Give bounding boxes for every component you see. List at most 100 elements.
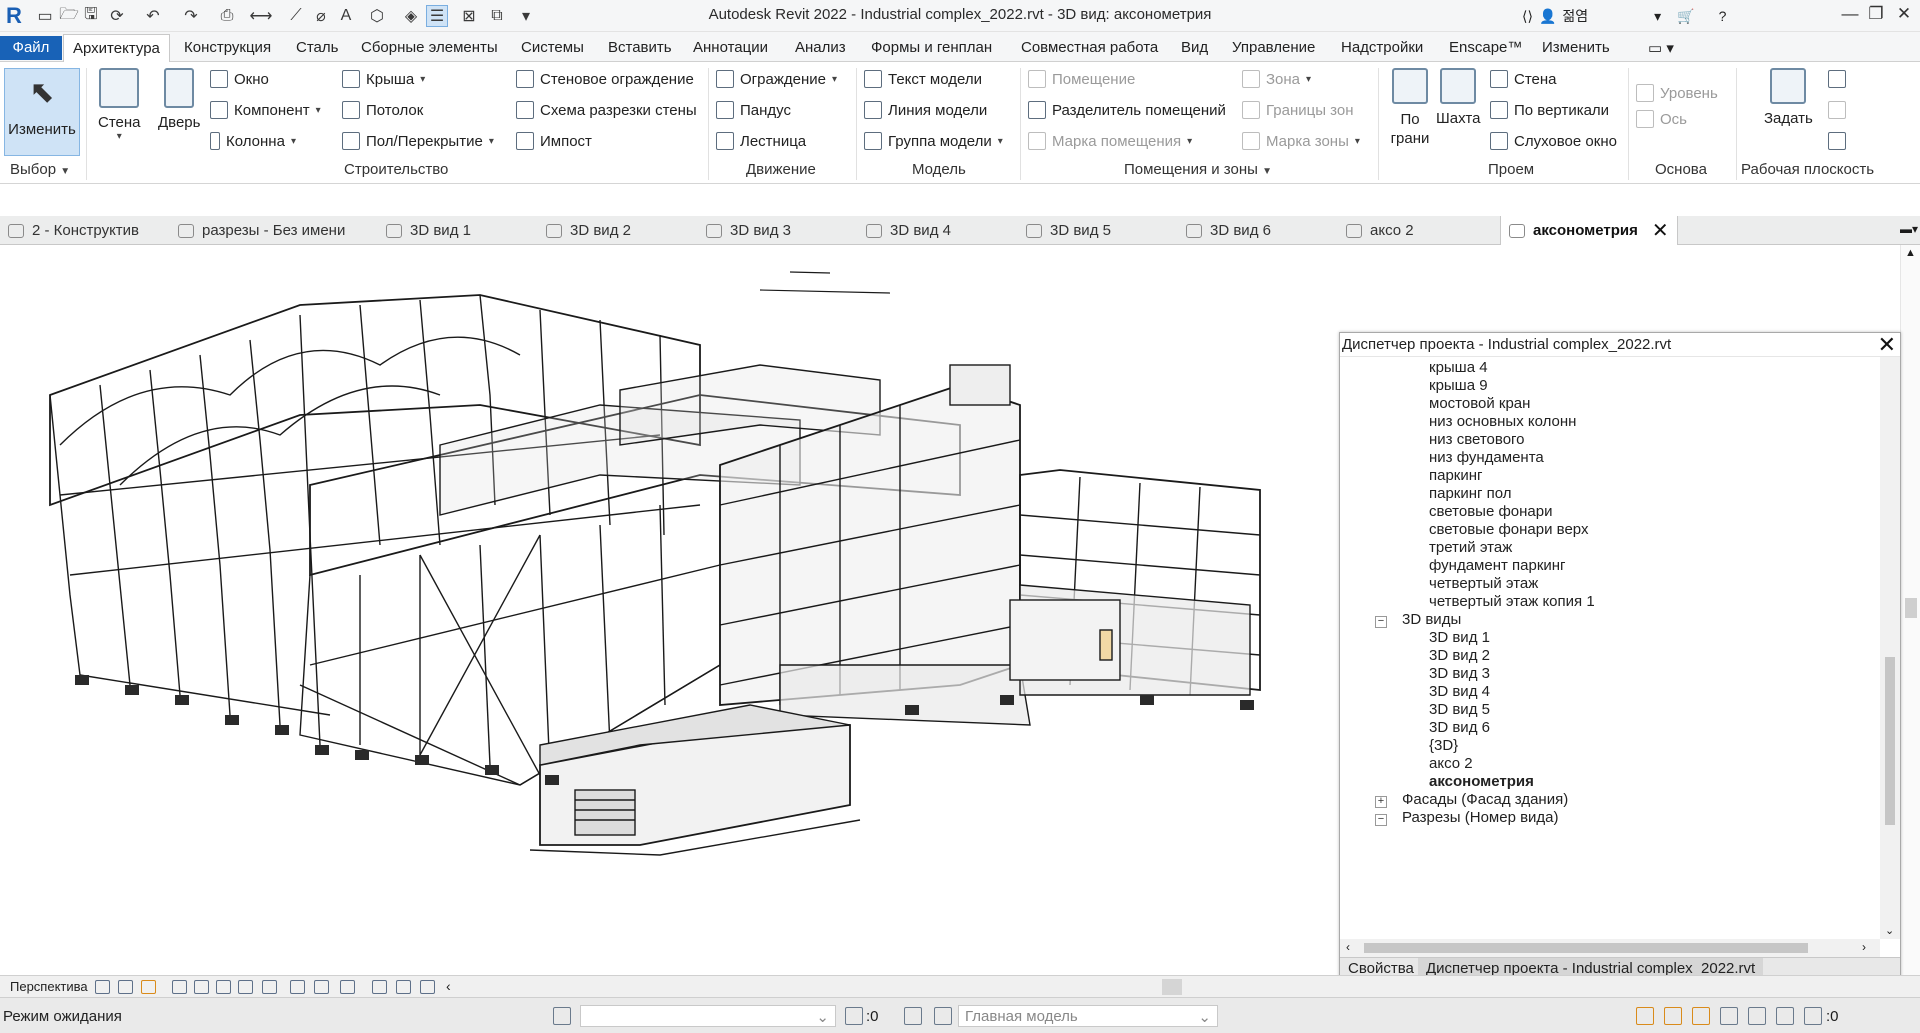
room-button[interactable]: Помещение (1028, 70, 1135, 88)
vertical-opening-button[interactable]: По вертикали (1490, 101, 1609, 119)
tree-item[interactable]: световые фонари (1429, 503, 1552, 520)
mullion-button[interactable]: Импост (516, 132, 592, 150)
railing-button[interactable]: Ограждение ▾ (716, 70, 837, 88)
ramp-button[interactable]: Пандус (716, 101, 791, 119)
tab-systems[interactable]: Системы (521, 39, 584, 56)
tree-item-selected[interactable]: аксонометрия (1429, 773, 1534, 790)
roof-button[interactable]: Крыша ▾ (342, 70, 425, 88)
tree-item[interactable]: {3D} (1429, 737, 1458, 754)
editing-requests-icon[interactable] (845, 1007, 863, 1025)
tree-item[interactable]: 3D вид 3 (1429, 665, 1490, 682)
floor-button[interactable]: Пол/Перекрытие ▾ (342, 132, 494, 150)
window-button[interactable]: Окно (210, 70, 269, 88)
ref-plane-button[interactable] (1828, 101, 1846, 119)
cart-icon[interactable]: 🛒 (1677, 8, 1694, 25)
level-button[interactable]: Уровень (1636, 84, 1718, 102)
tree-item[interactable]: крыша 9 (1429, 377, 1488, 394)
tree-group-3d-views[interactable]: 3D виды (1402, 611, 1461, 628)
tree-item[interactable]: 3D вид 4 (1429, 683, 1490, 700)
tab-file[interactable]: Файл (0, 36, 62, 60)
view-tab[interactable]: 3D вид 3 (706, 216, 791, 245)
tab-view[interactable]: Вид (1181, 39, 1208, 56)
highlight-displacement-icon[interactable] (396, 980, 411, 994)
tab-architecture[interactable]: Архитектура (63, 34, 170, 63)
tree-item[interactable]: низ светового (1429, 431, 1525, 448)
active-option-icon[interactable] (934, 1007, 952, 1025)
tree-item[interactable]: мостовой кран (1429, 395, 1530, 412)
view-tab[interactable]: 3D вид 6 (1186, 216, 1271, 245)
view-tab-active[interactable]: аксонометрия ✕ (1500, 216, 1678, 245)
shaft-button[interactable]: Шахта (1436, 68, 1480, 127)
tab-insert[interactable]: Вставить (608, 39, 672, 56)
filter-icon[interactable] (1804, 1007, 1822, 1025)
design-option-dropdown[interactable]: Главная модель ⌄ (958, 1005, 1218, 1027)
user-area[interactable]: ⟨⟩ 👤 젊염 ▾ 🛒 ? (1522, 6, 1726, 26)
area-tag-button[interactable]: Марка зоны ▾ (1242, 132, 1360, 150)
browser-vertical-scrollbar[interactable]: ⌄ (1880, 357, 1900, 939)
tree-group-sections[interactable]: Разрезы (Номер вида) (1402, 809, 1559, 826)
show-workplane-button[interactable] (1828, 70, 1846, 88)
tree-item[interactable]: 3D вид 5 (1429, 701, 1490, 718)
tab-steel[interactable]: Сталь (296, 39, 338, 56)
modify-button[interactable]: ⬉ Изменить (4, 68, 80, 156)
temp-hide-icon[interactable] (290, 980, 305, 994)
workset-dropdown[interactable]: ⌄ (580, 1005, 836, 1027)
shadows-icon[interactable] (172, 980, 187, 994)
close-icon[interactable]: ✕ (1878, 332, 1896, 358)
crop-view-icon[interactable] (216, 980, 231, 994)
panel-room-label[interactable]: Помещения и зоны ▼ (1124, 161, 1272, 178)
room-tag-button[interactable]: Марка помещения ▾ (1028, 132, 1192, 150)
component-button[interactable]: Компонент ▾ (210, 101, 321, 119)
select-pinned-icon[interactable] (1692, 1007, 1710, 1025)
tab-structure[interactable]: Конструкция (184, 39, 271, 56)
view-tab[interactable]: разрезы - Без имени (178, 216, 345, 245)
ribbon-toggle-icon[interactable]: ▭ ▾ (1648, 39, 1674, 57)
tab-collaborate[interactable]: Совместная работа (1021, 39, 1158, 56)
background-processes-icon[interactable] (1776, 1007, 1794, 1025)
tree-item[interactable]: аксо 2 (1429, 755, 1473, 772)
tab-enscape[interactable]: Enscape™ (1449, 39, 1522, 56)
tab-precast[interactable]: Сборные элементы (361, 39, 498, 56)
building-model-3d[interactable] (0, 245, 1340, 975)
column-button[interactable]: Колонна ▾ (210, 132, 296, 150)
sun-path-icon[interactable] (141, 980, 156, 994)
model-text-button[interactable]: Текст модели (864, 70, 982, 88)
help-icon[interactable]: ? (1719, 8, 1727, 24)
model-line-button[interactable]: Линия модели (864, 101, 987, 119)
tab-massing[interactable]: Формы и генплан (871, 39, 992, 56)
tree-item[interactable]: световые фонари верх (1429, 521, 1588, 538)
user-icon[interactable]: 👤 (1539, 8, 1556, 25)
area-boundary-button[interactable]: Границы зон (1242, 101, 1354, 119)
tab-annotate[interactable]: Аннотации (693, 39, 768, 56)
grid-button[interactable]: Ось (1636, 110, 1687, 128)
wall-opening-button[interactable]: Стена (1490, 70, 1557, 88)
expand-icon[interactable]: + (1375, 796, 1387, 808)
view-tab[interactable]: 2 - Конструктив (8, 216, 139, 245)
temp-view-props-icon[interactable] (340, 980, 355, 994)
close-icon[interactable]: ✕ (1652, 218, 1669, 243)
viewer-button[interactable] (1828, 132, 1846, 150)
tree-item[interactable]: 3D вид 1 (1429, 629, 1490, 646)
worksets-icon[interactable] (553, 1007, 571, 1025)
collapse-icon[interactable]: − (1375, 616, 1387, 628)
wall-button[interactable]: Стена ▾ (98, 68, 141, 142)
chevrons-icon[interactable]: ⟨⟩ (1522, 8, 1533, 25)
tree-item[interactable]: паркинг (1429, 467, 1483, 484)
render-icon[interactable] (194, 980, 209, 994)
view-scroll-thumb[interactable] (1162, 979, 1182, 995)
projection-label[interactable]: Перспектива (10, 979, 88, 994)
reveal-hidden-icon[interactable] (314, 980, 329, 994)
reveal-constraints-icon[interactable] (420, 980, 435, 994)
detail-level-icon[interactable] (95, 980, 110, 994)
tab-modify[interactable]: Изменить (1542, 39, 1610, 56)
curtain-grid-button[interactable]: Схема разрезки стены (516, 101, 697, 119)
scroll-left-icon[interactable]: ‹ (1346, 940, 1350, 954)
set-workplane-button[interactable]: Задать (1764, 68, 1813, 127)
view-tab[interactable]: 3D вид 2 (546, 216, 631, 245)
view-tab[interactable]: 3D вид 4 (866, 216, 951, 245)
minimize-button[interactable]: — (1836, 4, 1864, 28)
tree-item[interactable]: четвертый этаж копия 1 (1429, 593, 1595, 610)
tree-item[interactable]: низ основных колонн (1429, 413, 1576, 430)
select-links-icon[interactable] (1636, 1007, 1654, 1025)
restore-button[interactable]: ❐ (1862, 4, 1890, 28)
